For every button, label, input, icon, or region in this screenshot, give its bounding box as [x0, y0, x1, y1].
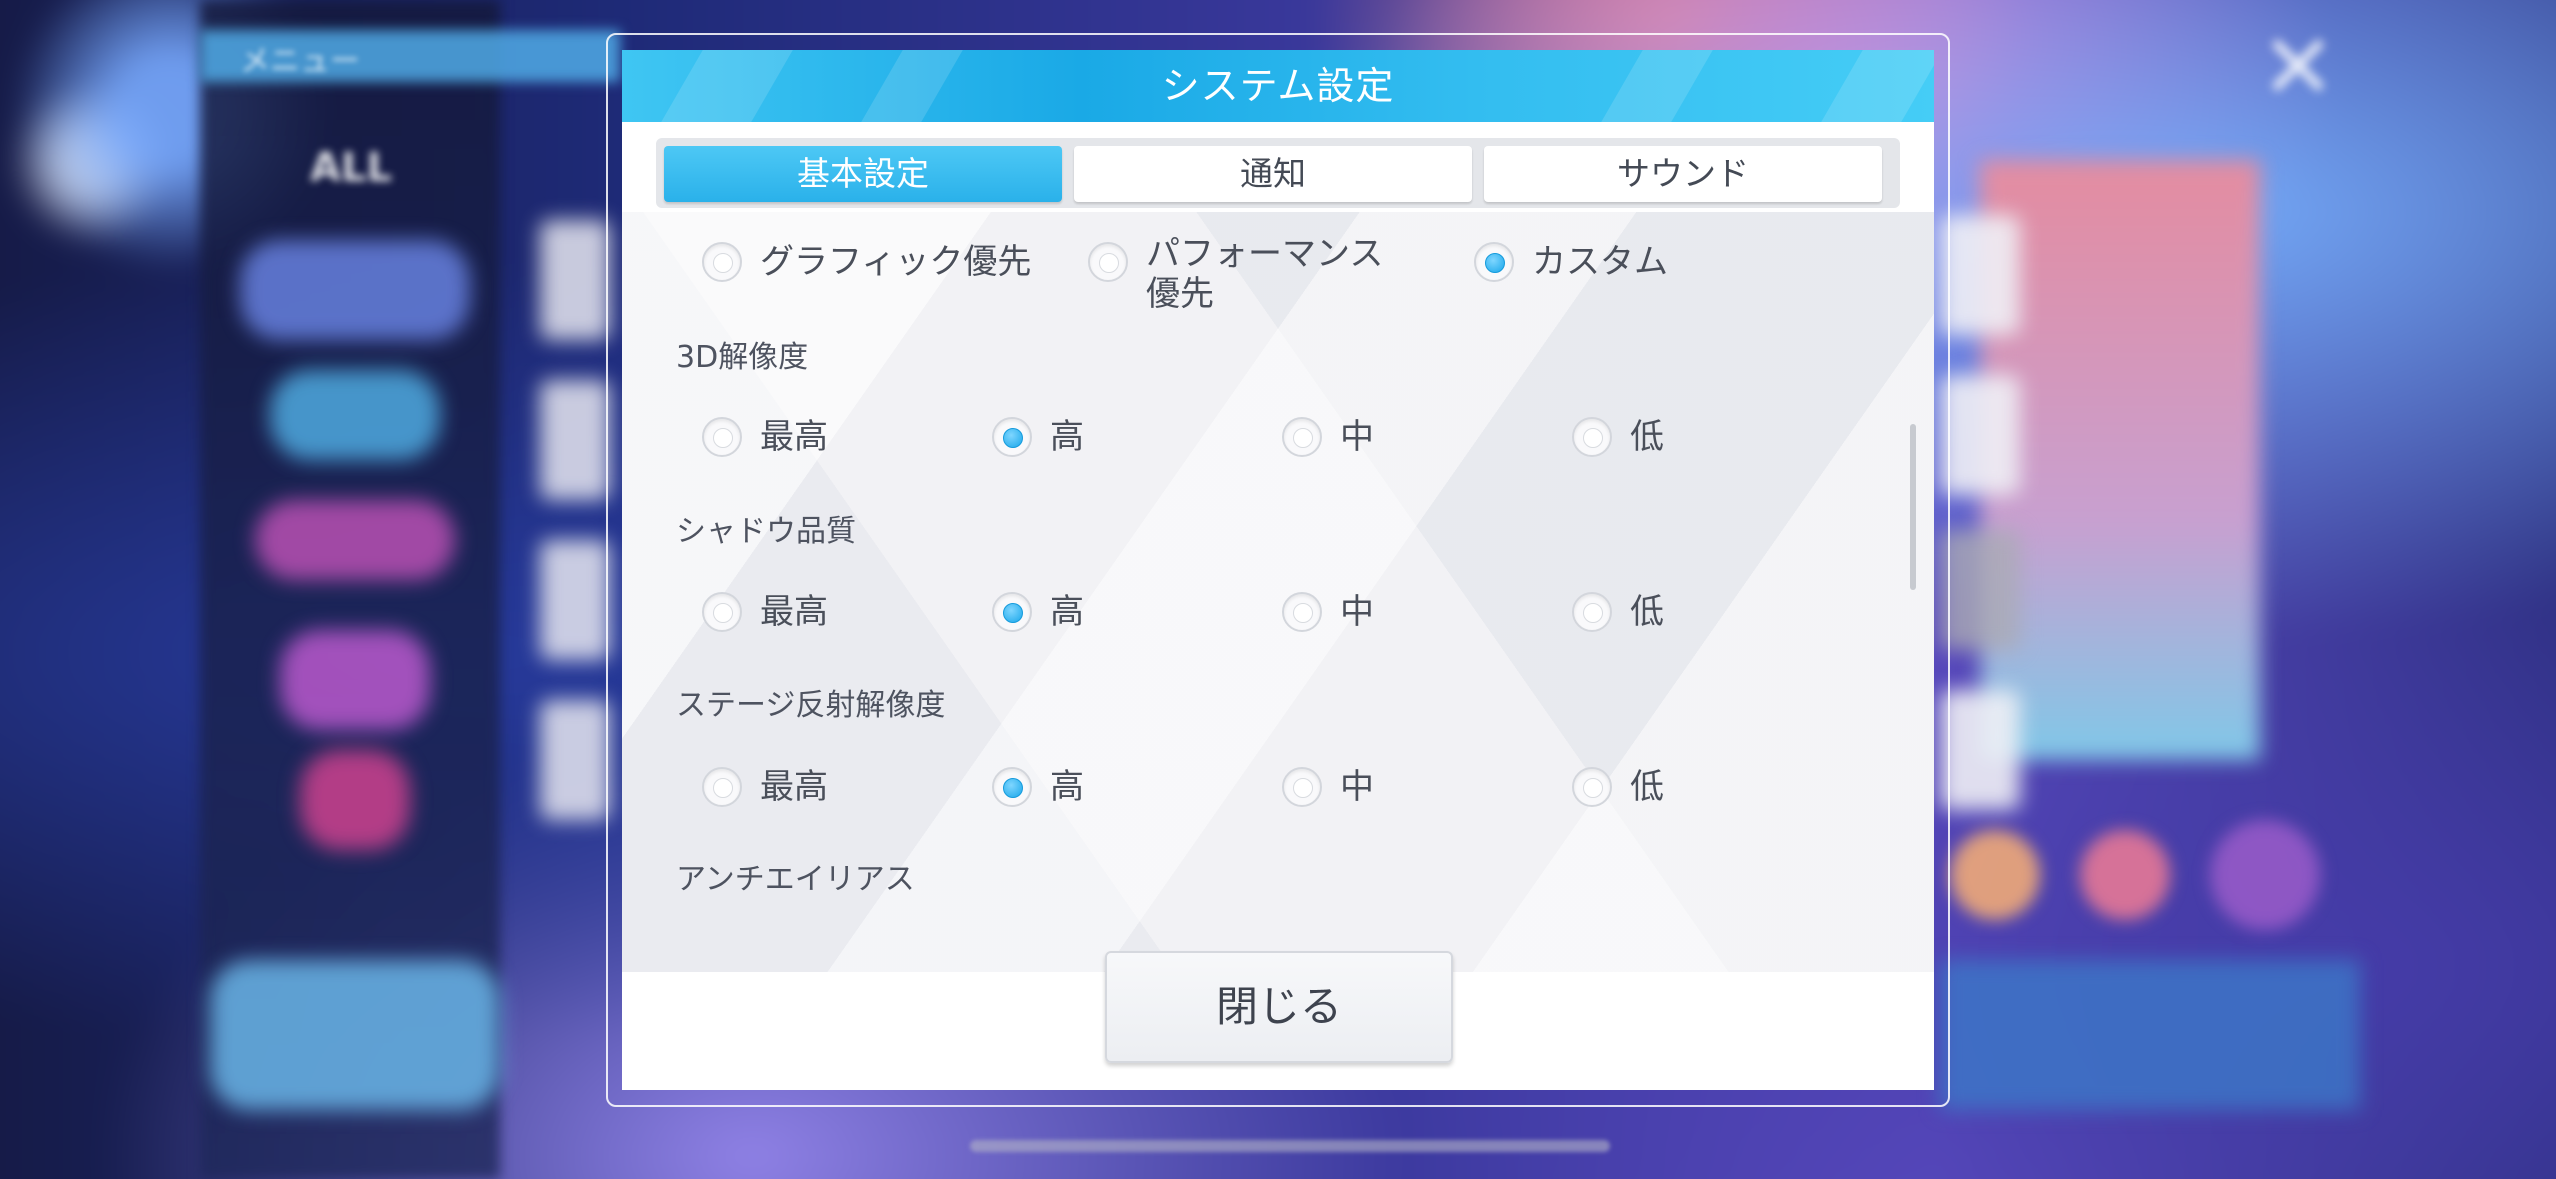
background-all-label: ALL: [310, 145, 392, 191]
stage-reflection-label: ステージ反射解像度: [676, 688, 946, 723]
radio-label: パフォーマンス 優先: [1146, 234, 1384, 314]
tab-sound[interactable]: サウンド: [1484, 146, 1882, 202]
anti-aliasing-label: アンチエイリアス: [676, 862, 915, 897]
radio-label: 最高: [760, 417, 828, 457]
tab-basic-settings[interactable]: 基本設定: [664, 146, 1062, 202]
close-button[interactable]: 閉じる: [1105, 951, 1453, 1063]
radio-label: 最高: [760, 592, 828, 632]
shadow-quality-medium-radio[interactable]: 中: [1282, 592, 1374, 632]
resolution-3d-highest-radio[interactable]: 最高: [702, 417, 828, 457]
stage-reflection-medium-radio[interactable]: 中: [1282, 767, 1374, 807]
radio-unselected-icon: [1282, 767, 1322, 807]
radio-unselected-icon: [702, 767, 742, 807]
radio-label: 高: [1050, 592, 1084, 632]
background-menu-label: メニュー: [240, 44, 360, 79]
shadow-quality-low-radio[interactable]: 低: [1572, 592, 1664, 632]
radio-unselected-icon: [1572, 417, 1612, 457]
settings-scroll-area[interactable]: グラフィック優先 パフォーマンス 優先 カスタム 3D解像度 最高 高 中 低: [622, 212, 1934, 972]
radio-unselected-icon: [1572, 592, 1612, 632]
radio-label: 低: [1630, 767, 1664, 807]
shadow-quality-high-radio[interactable]: 高: [992, 592, 1084, 632]
radio-label: 低: [1630, 592, 1664, 632]
radio-label: 高: [1050, 417, 1084, 457]
radio-label: 中: [1340, 592, 1374, 632]
home-indicator: [970, 1140, 1610, 1152]
shadow-quality-label: シャドウ品質: [676, 514, 856, 549]
close-button-label: 閉じる: [1105, 951, 1453, 1063]
dialog-title-bar: システム設定: [622, 50, 1934, 122]
system-settings-dialog: システム設定 基本設定 通知 サウンド グラフィック優先 パフォーマンス 優先 …: [622, 50, 1934, 1090]
preset-performance-priority-radio[interactable]: パフォーマンス 優先: [1088, 234, 1383, 314]
radio-unselected-icon: [1088, 242, 1128, 282]
stage-reflection-highest-radio[interactable]: 最高: [702, 767, 828, 807]
stage-reflection-high-radio[interactable]: 高: [992, 767, 1084, 807]
resolution-3d-high-radio[interactable]: 高: [992, 417, 1084, 457]
dialog-title: システム設定: [1161, 64, 1395, 108]
radio-label: グラフィック優先: [760, 242, 1032, 282]
radio-selected-icon: [992, 417, 1032, 457]
radio-selected-icon: [992, 592, 1032, 632]
radio-selected-icon: [992, 767, 1032, 807]
preset-graphics-priority-radio[interactable]: グラフィック優先: [702, 242, 1031, 282]
radio-label: 高: [1050, 767, 1084, 807]
radio-unselected-icon: [702, 417, 742, 457]
resolution-3d-label: 3D解像度: [676, 340, 809, 375]
radio-label: 中: [1340, 767, 1374, 807]
radio-unselected-icon: [702, 242, 742, 282]
radio-unselected-icon: [1282, 417, 1322, 457]
radio-unselected-icon: [1572, 767, 1612, 807]
radio-selected-icon: [1474, 242, 1514, 282]
resolution-3d-medium-radio[interactable]: 中: [1282, 417, 1374, 457]
background-close-icon: ✕: [2260, 15, 2336, 120]
radio-label: 中: [1340, 417, 1374, 457]
content-scrollbar[interactable]: [1910, 424, 1916, 590]
tab-bar: 基本設定 通知 サウンド: [656, 138, 1900, 208]
shadow-quality-highest-radio[interactable]: 最高: [702, 592, 828, 632]
stage-reflection-low-radio[interactable]: 低: [1572, 767, 1664, 807]
radio-unselected-icon: [1282, 592, 1322, 632]
radio-label: 低: [1630, 417, 1664, 457]
radio-unselected-icon: [702, 592, 742, 632]
resolution-3d-low-radio[interactable]: 低: [1572, 417, 1664, 457]
radio-label: 最高: [760, 767, 828, 807]
preset-custom-radio[interactable]: カスタム: [1474, 242, 1668, 282]
tab-notifications[interactable]: 通知: [1074, 146, 1472, 202]
radio-label: カスタム: [1532, 242, 1668, 282]
